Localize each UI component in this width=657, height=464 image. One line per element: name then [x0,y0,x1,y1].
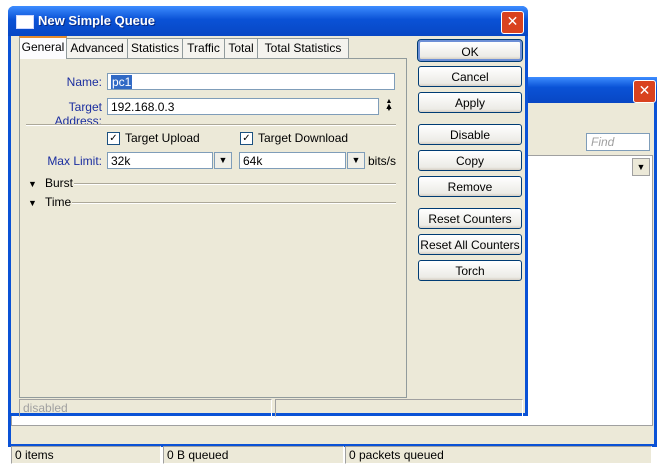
tab-general[interactable]: General [19,36,67,59]
background-statusbar: 0 items 0 B queued 0 packets queued [11,444,654,464]
target-address-field[interactable]: 192.168.0.3 [107,98,379,115]
max-limit-download-dropdown-icon[interactable]: ▼ [347,152,365,169]
tab-statistics[interactable]: Statistics [127,38,183,58]
tab-advanced[interactable]: Advanced [66,38,128,58]
max-limit-upload-dropdown-icon[interactable]: ▼ [214,152,232,169]
burst-divider [74,183,396,185]
target-download-checkbox[interactable]: ✓ [240,132,253,145]
status-bytes-queued: 0 B queued [163,446,344,464]
general-panel: Name: pc1 Target Address: 192.168.0.3 ▲ … [19,58,407,398]
separator [26,124,396,126]
remove-button[interactable]: Remove [418,176,522,197]
time-expand-icon[interactable]: ▼ [28,198,37,208]
status-disabled: disabled [19,399,272,417]
close-icon[interactable]: ✕ [501,11,524,34]
ok-button[interactable]: OK [417,39,523,62]
reset-all-counters-button[interactable]: Reset All Counters [418,234,522,255]
name-value: pc1 [111,75,133,89]
tab-traffic[interactable]: Traffic [182,38,225,58]
max-limit-label: Max Limit: [47,154,102,168]
max-limit-upload-field[interactable]: 32k [107,152,213,169]
name-field[interactable]: pc1 [107,73,395,90]
reset-counters-button[interactable]: Reset Counters [418,208,522,229]
tab-total[interactable]: Total [224,38,258,58]
burst-label: Burst [45,176,74,190]
time-label: Time [45,195,72,209]
background-close-icon[interactable]: ✕ [633,80,656,103]
cancel-button[interactable]: Cancel [418,66,522,87]
target-download-label: Target Download [258,131,349,145]
status-empty [275,399,523,417]
copy-button[interactable]: Copy [418,150,522,171]
dialog-titlebar[interactable]: New Simple Queue ✕ [8,6,528,36]
target-upload-checkbox[interactable]: ✓ [107,132,120,145]
burst-expand-icon[interactable]: ▼ [28,179,37,189]
target-address-updown-icon[interactable]: ▲ ▼ [381,98,397,115]
max-limit-download-field[interactable]: 64k [239,152,346,169]
target-upload-label: Target Upload [125,131,200,145]
time-divider [72,202,396,204]
max-limit-unit: bits/s [368,154,397,168]
apply-button[interactable]: Apply [418,92,522,113]
window-icon [16,15,34,29]
tab-total-statistics[interactable]: Total Statistics [257,38,349,58]
dialog-client: General Advanced Statistics Traffic Tota… [11,36,525,417]
name-label: Name: [66,75,102,89]
find-input[interactable]: Find [586,133,650,151]
status-packets-queued: 0 packets queued [345,446,652,464]
disable-button[interactable]: Disable [418,124,522,145]
dialog-title: New Simple Queue [38,13,156,28]
column-dropdown-icon[interactable]: ▼ [632,158,650,176]
status-items: 0 items [11,446,161,464]
torch-button[interactable]: Torch [418,260,522,281]
dialog-statusbar: disabled [19,399,523,417]
new-simple-queue-dialog: New Simple Queue ✕ General Advanced Stat… [8,6,528,417]
